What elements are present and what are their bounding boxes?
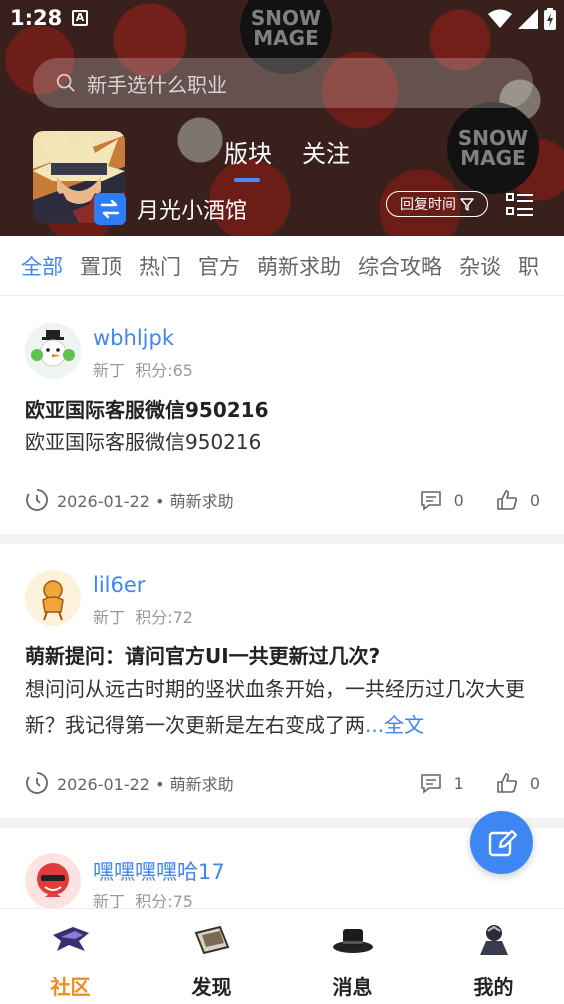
battery-icon (544, 8, 556, 30)
filter-icon (460, 198, 474, 211)
status-time: 1:28 (10, 6, 63, 30)
post-title[interactable]: 萌新提问：请问官方UI一共更新过几次? (25, 640, 380, 669)
post-footer: 2026-01-22 • 萌新求助 1 0 (25, 769, 540, 797)
edit-icon (488, 829, 517, 856)
post-body[interactable]: 欧亚国际客服微信950216 (25, 424, 545, 460)
nav-messages[interactable]: 消息 (282, 909, 423, 1004)
post-body[interactable]: 想问问从远古时期的竖状血条开始，一共经历过几次大更新？我记得第一次更新是左右变成… (25, 671, 545, 743)
top-tabs: 版块 关注 (224, 134, 350, 182)
like-icon[interactable] (496, 772, 518, 794)
category-chat[interactable]: 杂谈 (459, 251, 501, 281)
post-body-text: 想问问从远古时期的竖状血条开始，一共经历过几次大更新？我记得第一次更新是左右变成… (25, 677, 525, 737)
avatar[interactable] (25, 570, 81, 626)
sort-label: 回复时间 (400, 197, 456, 213)
messages-icon (332, 929, 373, 953)
category-official[interactable]: 官方 (198, 251, 240, 281)
status-bar: 1:28 A (0, 0, 564, 40)
search-bar[interactable]: 新手选什么职业 (33, 58, 533, 108)
switch-forum-button[interactable] (94, 193, 126, 225)
post-username[interactable]: wbhljpk (93, 326, 174, 350)
a-indicator-icon: A (72, 10, 88, 26)
comment-icon[interactable] (420, 772, 442, 794)
user-level: 新丁 (93, 608, 126, 627)
user-level: 新丁 (93, 361, 126, 380)
bottom-navigation: 社区 发现 消息 我的 (0, 908, 564, 1004)
category-job[interactable]: 职 (518, 251, 539, 281)
post-user-meta: 新丁 积分:72 (93, 604, 193, 628)
nav-community[interactable]: 社区 (0, 909, 141, 1004)
post-card[interactable]: lil6er 新丁 积分:72 萌新提问：请问官方UI一共更新过几次? 想问问从… (0, 544, 564, 818)
post-user-meta: 新丁 积分:75 (93, 888, 193, 908)
post-footer: 2026-01-22 • 萌新求助 0 0 (25, 486, 540, 514)
post-title[interactable]: 欧亚国际客服微信950216 (25, 394, 269, 423)
profile-icon (479, 925, 508, 955)
nav-profile[interactable]: 我的 (423, 909, 564, 1004)
post-username[interactable]: 嘿嘿嘿嘿哈17 (93, 856, 225, 886)
avatar[interactable] (25, 853, 81, 908)
category-all[interactable]: 全部 (21, 251, 63, 281)
nav-messages-label: 消息 (332, 975, 373, 999)
tab-following[interactable]: 关注 (302, 134, 350, 169)
nav-discover-label: 发现 (191, 975, 232, 999)
user-points: 积分:75 (135, 892, 193, 908)
category-tabs: 全部 置顶 热门 官方 萌新求助 综合攻略 杂谈 职 (0, 236, 564, 296)
post-date-section: 2026-01-22 • 萌新求助 (57, 775, 234, 794)
post-separator (0, 534, 564, 544)
search-placeholder: 新手选什么职业 (87, 72, 227, 97)
post-card[interactable]: wbhljpk 新丁 积分:65 欧亚国际客服微信950216 欧亚国际客服微信… (0, 297, 564, 534)
nav-discover[interactable]: 发现 (141, 909, 282, 1004)
comment-count: 1 (453, 773, 464, 793)
user-points: 积分:72 (135, 608, 193, 627)
user-level: 新丁 (93, 892, 126, 908)
comment-icon[interactable] (420, 489, 442, 511)
community-icon (52, 927, 89, 951)
like-count: 0 (529, 490, 540, 510)
user-points: 积分:65 (135, 361, 193, 380)
clock-icon (26, 772, 48, 794)
forum-name: 月光小酒馆 (137, 199, 248, 224)
post-body-text: 欧亚国际客服微信950216 (25, 430, 262, 454)
search-icon (56, 73, 75, 92)
category-hot[interactable]: 热门 (139, 251, 181, 281)
comment-count: 0 (453, 490, 464, 510)
read-more-link[interactable]: ...全文 (365, 713, 424, 737)
discover-icon (194, 925, 229, 955)
wifi-icon (488, 9, 512, 28)
nav-profile-label: 我的 (473, 975, 514, 999)
status-icons (488, 8, 556, 30)
like-count: 0 (529, 773, 540, 793)
sort-by-reply-time-button[interactable]: 回复时间 (386, 191, 488, 217)
list-view-icon[interactable] (506, 192, 534, 218)
post-user-meta: 新丁 积分:65 (93, 357, 193, 381)
clock-icon (26, 489, 48, 511)
post-date-section: 2026-01-22 • 萌新求助 (57, 492, 234, 511)
tab-sections[interactable]: 版块 (224, 134, 272, 182)
like-icon[interactable] (496, 489, 518, 511)
post-username[interactable]: lil6er (93, 573, 145, 597)
category-guides[interactable]: 综合攻略 (358, 251, 442, 281)
swap-icon (100, 199, 120, 219)
avatar[interactable] (25, 323, 81, 379)
nav-community-label: 社区 (50, 975, 91, 999)
category-pinned[interactable]: 置顶 (80, 251, 122, 281)
compose-post-button[interactable] (470, 811, 533, 874)
category-newbie-help[interactable]: 萌新求助 (257, 251, 341, 281)
signal-icon (518, 9, 538, 29)
